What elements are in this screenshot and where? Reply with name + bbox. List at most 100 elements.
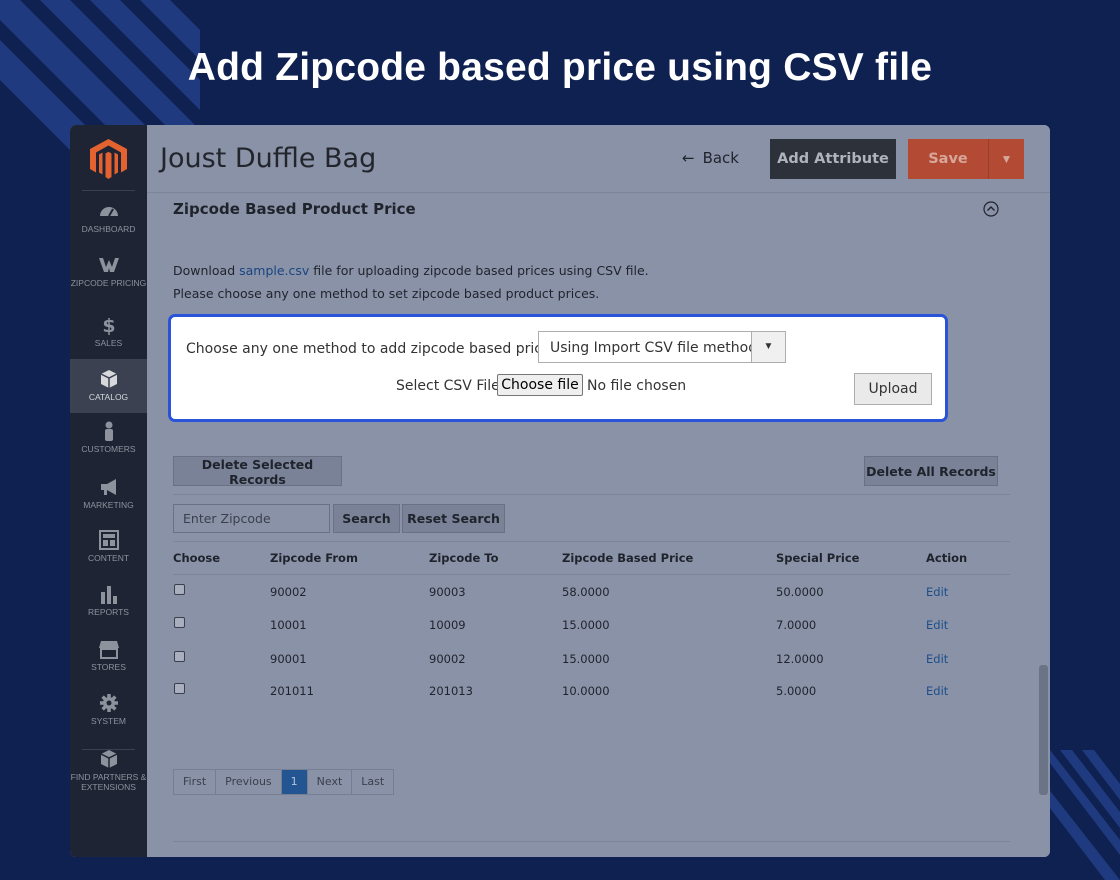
cell-price: 15.0000 xyxy=(562,618,610,632)
row-checkbox[interactable] xyxy=(174,584,185,595)
edit-link[interactable]: Edit xyxy=(926,684,948,698)
method-selected-value: Using Import CSV file method xyxy=(550,340,758,356)
dollar-icon: $ xyxy=(102,315,115,335)
col-header-choose: Choose xyxy=(173,551,221,565)
header-divider xyxy=(147,192,1050,193)
caret-down-icon: ▼ xyxy=(751,332,785,362)
decorative-stripes-bottom-right xyxy=(1040,750,1120,880)
sidebar-item-label: CONTENT xyxy=(87,553,130,563)
sidebar-item-content[interactable]: CONTENT xyxy=(70,530,147,584)
cell-special-price: 7.0000 xyxy=(776,618,817,632)
cell-zipcode-to: 90003 xyxy=(429,585,466,599)
sidebar-item-find-partners[interactable]: FIND PARTNERS & EXTENSIONS xyxy=(70,749,147,803)
delete-selected-button[interactable]: Delete Selected Records xyxy=(173,456,342,487)
choose-file-button[interactable]: Choose file xyxy=(497,374,583,396)
search-divider xyxy=(173,541,1010,542)
col-header-special-price: Special Price xyxy=(776,551,860,565)
sidebar-item-label: SALES xyxy=(94,338,123,348)
sidebar-item-label: FIND PARTNERS & EXTENSIONS xyxy=(70,772,147,792)
svg-text:$: $ xyxy=(102,315,115,335)
footer-divider xyxy=(173,841,1010,842)
pager-previous[interactable]: Previous xyxy=(215,769,281,795)
cell-zipcode-to: 10009 xyxy=(429,618,466,632)
sidebar-item-dashboard[interactable]: DASHBOARD xyxy=(70,201,147,255)
sidebar-item-label: REPORTS xyxy=(88,607,129,617)
row-checkbox[interactable] xyxy=(174,651,185,662)
edit-link[interactable]: Edit xyxy=(926,585,948,599)
upload-button[interactable]: Upload xyxy=(854,373,932,405)
toolbar-divider xyxy=(173,494,1010,495)
method-select[interactable]: Using Import CSV file method ▼ xyxy=(538,331,786,363)
no-file-text: No file chosen xyxy=(587,378,687,394)
back-label: Back xyxy=(702,149,739,167)
bar-chart-icon xyxy=(100,586,117,604)
col-header-price: Zipcode Based Price xyxy=(562,551,694,565)
cell-zipcode-from: 201011 xyxy=(270,684,314,698)
cell-zipcode-to: 90002 xyxy=(429,652,466,666)
col-header-action: Action xyxy=(926,551,968,565)
sidebar-item-customers[interactable]: CUSTOMERS xyxy=(70,421,147,475)
caret-down-icon: ▼ xyxy=(1000,152,1013,166)
customer-icon xyxy=(104,421,113,441)
sidebar-item-label: STORES xyxy=(91,662,126,672)
logo-divider xyxy=(82,190,135,191)
save-dropdown-button[interactable]: ▼ xyxy=(988,139,1024,179)
search-button[interactable]: Search xyxy=(333,504,400,533)
pager-next[interactable]: Next xyxy=(306,769,352,795)
chevron-up-circle-icon[interactable] xyxy=(983,201,999,217)
zipcode-search-input[interactable] xyxy=(173,504,330,533)
extensions-box-icon xyxy=(100,750,117,768)
pager-current-page[interactable]: 1 xyxy=(280,769,307,795)
cell-price: 10.0000 xyxy=(562,684,610,698)
store-icon xyxy=(98,641,119,659)
add-attribute-button[interactable]: Add Attribute xyxy=(770,139,896,179)
edit-link[interactable]: Edit xyxy=(926,652,948,666)
sidebar-item-label: CUSTOMERS xyxy=(81,444,136,454)
gear-icon xyxy=(99,694,118,712)
download-info: Download sample.csv file for uploading z… xyxy=(173,263,649,278)
sidebar-item-system[interactable]: SYSTEM xyxy=(70,693,147,747)
cell-price: 15.0000 xyxy=(562,652,610,666)
method-label: Choose any one method to add zipcode bas… xyxy=(186,341,563,357)
sidebar-item-label: DASHBOARD xyxy=(81,224,136,234)
row-checkbox[interactable] xyxy=(174,617,185,628)
pager-first[interactable]: First xyxy=(173,769,216,795)
sidebar-item-reports[interactable]: REPORTS xyxy=(70,584,147,638)
sidebar-item-stores[interactable]: STORES xyxy=(70,639,147,693)
sample-csv-link[interactable]: sample.csv xyxy=(239,263,309,278)
row-checkbox[interactable] xyxy=(174,683,185,694)
table-header-divider xyxy=(173,574,1010,575)
arrow-left-icon: ← xyxy=(682,149,695,167)
delete-all-button[interactable]: Delete All Records xyxy=(864,456,998,486)
pager-last[interactable]: Last xyxy=(351,769,395,795)
back-button[interactable]: ← Back xyxy=(682,149,739,167)
sidebar-item-marketing[interactable]: MARKETING xyxy=(70,477,147,531)
method-info: Please choose any one method to set zipc… xyxy=(173,286,600,301)
cell-zipcode-from: 90001 xyxy=(270,652,307,666)
admin-sidebar: DASHBOARD ZIPCODE PRICING $ SALES CATALO… xyxy=(70,125,147,857)
page-title: Joust Duffle Bag xyxy=(160,143,377,174)
magento-logo-icon[interactable] xyxy=(90,139,127,179)
vertical-scrollbar[interactable] xyxy=(1039,665,1048,795)
info-suffix: file for uploading zipcode based prices … xyxy=(309,263,649,278)
sidebar-item-catalog[interactable]: CATALOG xyxy=(70,359,147,413)
page-headline: Add Zipcode based price using CSV file xyxy=(187,46,933,89)
cell-special-price: 5.0000 xyxy=(776,684,817,698)
cell-price: 58.0000 xyxy=(562,585,610,599)
cell-zipcode-from: 10001 xyxy=(270,618,307,632)
sidebar-item-label: ZIPCODE PRICING xyxy=(70,278,147,288)
sidebar-item-label: MARKETING xyxy=(83,500,134,510)
dashboard-icon xyxy=(99,207,118,217)
admin-window: DASHBOARD ZIPCODE PRICING $ SALES CATALO… xyxy=(70,125,1050,857)
main-content: Joust Duffle Bag ← Back Add Attribute Sav… xyxy=(147,125,1050,857)
edit-link[interactable]: Edit xyxy=(926,618,948,632)
section-title: Zipcode Based Product Price xyxy=(173,200,416,218)
cell-special-price: 50.0000 xyxy=(776,585,824,599)
save-button[interactable]: Save xyxy=(908,139,988,179)
sidebar-item-zipcode-pricing[interactable]: ZIPCODE PRICING xyxy=(70,255,147,309)
megaphone-icon xyxy=(100,479,116,495)
col-header-zipcode-from: Zipcode From xyxy=(270,551,358,565)
cell-zipcode-from: 90002 xyxy=(270,585,307,599)
reset-search-button[interactable]: Reset Search xyxy=(402,504,505,533)
cell-zipcode-to: 201013 xyxy=(429,684,473,698)
